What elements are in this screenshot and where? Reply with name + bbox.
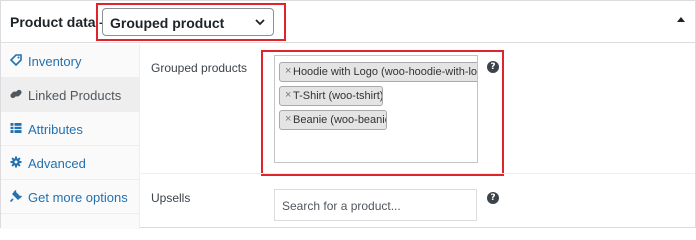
plugin-icon xyxy=(9,190,22,203)
gear-icon xyxy=(10,156,22,168)
caret-up-icon[interactable] xyxy=(677,17,685,22)
tab-label: Linked Products xyxy=(28,88,122,103)
linked-products-panel: Grouped products × Hoodie with Logo (woo… xyxy=(141,44,695,229)
product-data-panel: Product data — Grouped product Inventory… xyxy=(0,0,696,229)
tab-attributes[interactable]: Attributes xyxy=(1,112,140,146)
selected-product-chip: × Hoodie with Logo (woo-hoodie-with-logo… xyxy=(279,62,478,82)
grouped-products-select[interactable]: × Hoodie with Logo (woo-hoodie-with-logo… xyxy=(274,55,478,163)
selected-product-chip: × T-Shirt (woo-tshirt) xyxy=(279,86,383,106)
help-icon[interactable]: ? xyxy=(487,192,499,204)
upsells-search-placeholder: Search for a product... xyxy=(282,199,401,213)
tab-label: Inventory xyxy=(28,54,82,69)
upsells-search-input[interactable]: Search for a product... xyxy=(274,189,477,221)
remove-product-button[interactable]: × xyxy=(285,113,291,125)
selected-product-label: T-Shirt (woo-tshirt) xyxy=(293,90,383,102)
remove-product-button[interactable]: × xyxy=(285,65,291,77)
tab-linked-products[interactable]: Linked Products xyxy=(1,78,140,112)
selected-product-chip: × Beanie (woo-beanie) xyxy=(279,110,387,130)
tab-label: Get more options xyxy=(28,190,128,205)
chevron-down-icon xyxy=(254,16,266,28)
upsells-label: Upsells xyxy=(151,191,191,205)
tag-icon xyxy=(9,54,22,67)
selected-product-label: Beanie (woo-beanie) xyxy=(293,114,387,126)
tab-get-more-options[interactable]: Get more options xyxy=(1,180,140,214)
tab-label: Advanced xyxy=(28,156,86,171)
divider xyxy=(141,173,695,174)
tab-advanced[interactable]: Advanced xyxy=(1,146,140,180)
link-icon xyxy=(10,88,22,100)
selected-product-label: Hoodie with Logo (woo-hoodie-with-logo) xyxy=(293,66,478,78)
tab-label: Attributes xyxy=(28,122,83,137)
grouped-products-label: Grouped products xyxy=(151,61,248,75)
product-type-select[interactable]: Grouped product xyxy=(102,8,274,36)
table-icon xyxy=(10,122,22,134)
tab-inventory[interactable]: Inventory xyxy=(1,44,140,78)
help-icon[interactable]: ? xyxy=(487,61,499,73)
remove-product-button[interactable]: × xyxy=(285,89,291,101)
product-type-selected-value: Grouped product xyxy=(110,15,225,31)
panel-header: Product data — Grouped product xyxy=(1,1,695,43)
product-data-tabs: Inventory Linked Products Attributes Adv… xyxy=(1,44,140,229)
